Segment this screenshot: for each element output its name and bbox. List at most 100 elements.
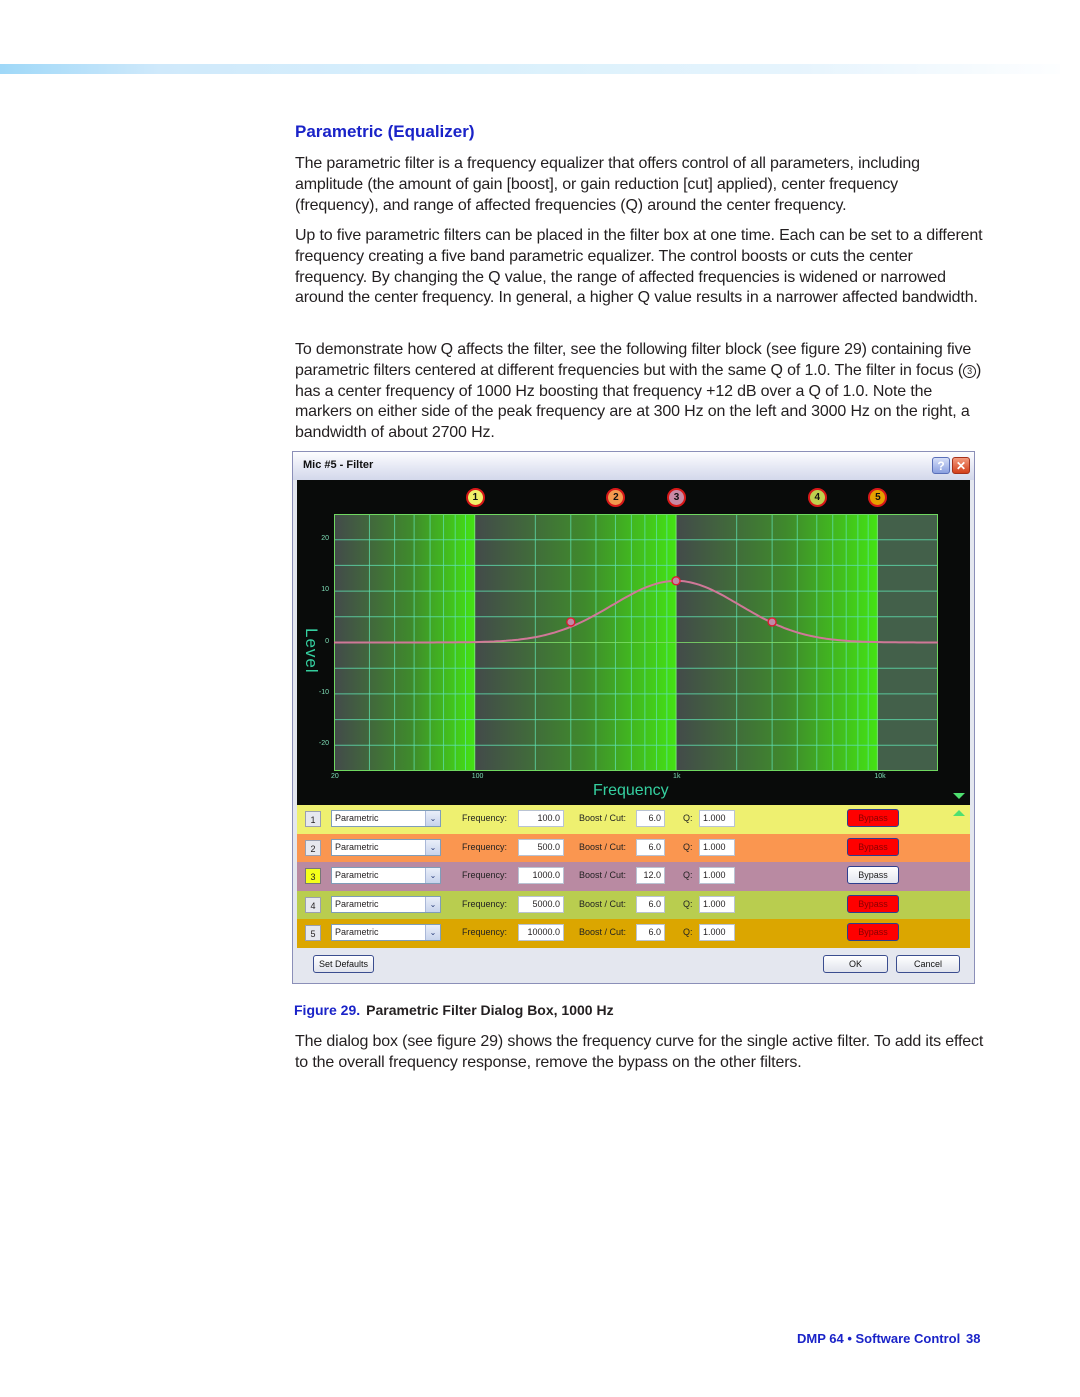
filter-rows: 1 Parametric ⌄ Frequency: 100.0 Boost / Cut: 6… — [297, 805, 970, 948]
q-label: Q: — [683, 870, 693, 880]
chevron-down-icon[interactable]: ⌄ — [425, 868, 440, 883]
boost-cut-input[interactable]: 6.0 — [636, 895, 665, 913]
chevron-down-icon[interactable]: ⌄ — [425, 896, 440, 912]
bypass-button[interactable]: Bypass — [847, 809, 899, 827]
x-tick-label: 20 — [331, 773, 339, 780]
x-tick-label: 1k — [673, 773, 681, 780]
paragraph-five-filters: Up to five parametric filters can be pla… — [295, 227, 983, 307]
ok-button[interactable]: OK — [823, 955, 888, 973]
y-tick-label: 10 — [321, 586, 329, 594]
y-axis-label: Level — [302, 628, 321, 674]
filter-type-value: Parametric — [335, 841, 379, 852]
x-tick-label: 10k — [874, 773, 886, 780]
figure-label: Figure 29. — [294, 1002, 361, 1018]
close-icon[interactable]: ✕ — [952, 457, 970, 474]
filter-index-button[interactable]: 4 — [305, 896, 321, 913]
frequency-input[interactable]: 10000.0 — [518, 924, 564, 941]
frequency-label: Frequency: — [462, 927, 508, 937]
y-tick-label: 0 — [325, 637, 329, 645]
filter-type-value: Parametric — [335, 870, 379, 880]
boost-cut-input[interactable]: 6.0 — [636, 838, 665, 856]
y-tick-label: 20 — [321, 534, 329, 542]
chevron-down-icon[interactable]: ⌄ — [425, 925, 440, 940]
scroll-down-arrow-icon[interactable] — [953, 793, 965, 799]
bypass-button[interactable]: Bypass — [847, 837, 899, 856]
boost-cut-label: Boost / Cut: — [579, 927, 627, 937]
q-demo-text-before: To demonstrate how Q affects the filter,… — [295, 341, 972, 379]
boost-cut-label: Boost / Cut: — [579, 841, 627, 852]
frequency-input[interactable]: 1000.0 — [518, 867, 564, 884]
chevron-down-icon[interactable]: ⌄ — [425, 839, 440, 855]
filter-row: 4 Parametric ⌄ Frequency: 5000.0 Boost / Cut:… — [297, 890, 970, 919]
boost-cut-label: Boost / Cut: — [579, 898, 627, 909]
set-defaults-button[interactable]: Set Defaults — [313, 955, 374, 973]
frequency-input[interactable]: 5000.0 — [518, 895, 564, 913]
q-label: Q: — [683, 841, 693, 852]
curve-marker — [566, 617, 576, 627]
boost-cut-input[interactable]: 6.0 — [636, 924, 665, 941]
frequency-label: Frequency: — [462, 898, 508, 909]
bypass-button[interactable]: Bypass — [847, 866, 899, 884]
filter-type-value: Parametric — [335, 898, 379, 909]
filter-type-select[interactable]: Parametric ⌄ — [331, 924, 441, 941]
boost-cut-label: Boost / Cut: — [579, 870, 627, 880]
q-label: Q: — [683, 813, 693, 823]
filter-type-select[interactable]: Parametric ⌄ — [331, 895, 441, 913]
filter-index-button[interactable]: 5 — [305, 925, 321, 941]
section-heading: Parametric (Equalizer) — [295, 122, 475, 141]
bypass-button[interactable]: Bypass — [847, 923, 899, 941]
filter-dialog: Mic #5 - Filter ? ✕ 12345 Level 20 10 0 -10… — [292, 451, 975, 984]
filter-index-button[interactable]: 2 — [305, 839, 321, 856]
y-tick-label: -20 — [318, 740, 329, 748]
q-input[interactable]: 1.000 — [699, 810, 735, 827]
band-badge-5[interactable]: 5 — [868, 488, 888, 507]
figure-caption-text: Parametric Filter Dialog Box, 1000 Hz — [366, 1002, 614, 1018]
help-icon[interactable]: ? — [932, 457, 950, 474]
cancel-button[interactable]: Cancel — [896, 955, 960, 973]
eq-graph-area: 12345 Level 20 10 0 -10 -20 20 100 1k 10k Frequ… — [297, 480, 970, 805]
filter-row: 2 Parametric ⌄ Frequency: 500.0 Boost / Cut: 6… — [297, 833, 970, 862]
circled-number-3: 3 — [963, 364, 976, 378]
curve-marker — [671, 576, 681, 586]
filter-type-select[interactable]: Parametric ⌄ — [331, 810, 441, 827]
page-number: 38 — [966, 1331, 981, 1346]
q-input[interactable]: 1.000 — [699, 924, 735, 941]
filter-type-select[interactable]: Parametric ⌄ — [331, 838, 441, 856]
boost-cut-input[interactable]: 6.0 — [636, 810, 665, 827]
frequency-input[interactable]: 100.0 — [518, 810, 564, 827]
filter-index-button[interactable]: 1 — [305, 811, 321, 827]
x-axis-label: Frequency — [593, 782, 669, 799]
filter-type-value: Parametric — [335, 813, 379, 823]
q-input[interactable]: 1.000 — [699, 838, 735, 856]
q-input[interactable]: 1.000 — [699, 895, 735, 913]
figure-caption: Figure 29. Parametric Filter Dialog Box, … — [294, 1002, 614, 1018]
frequency-label: Frequency: — [462, 870, 508, 880]
header-gradient-bar — [0, 64, 1060, 74]
dialog-title: Mic #5 - Filter — [303, 459, 374, 471]
scroll-up-arrow-icon[interactable] — [953, 810, 965, 816]
band-badge-3[interactable]: 3 — [667, 488, 687, 507]
bypass-button[interactable]: Bypass — [847, 894, 899, 913]
paragraph-dialog-note: The dialog box (see figure 29) shows the… — [295, 1033, 984, 1071]
frequency-input[interactable]: 500.0 — [518, 838, 564, 856]
filter-row: 5 Parametric ⌄ Frequency: 10000.0 Boost / Cut… — [297, 919, 970, 948]
band-badge-1[interactable]: 1 — [465, 488, 485, 507]
filter-type-value: Parametric — [335, 927, 379, 937]
boost-cut-label: Boost / Cut: — [579, 813, 627, 823]
q-label: Q: — [683, 898, 693, 909]
eq-plot[interactable] — [334, 514, 938, 771]
filter-index-button[interactable]: 3 — [305, 868, 321, 884]
boost-cut-input[interactable]: 12.0 — [636, 867, 665, 884]
frequency-label: Frequency: — [462, 813, 508, 823]
chevron-down-icon[interactable]: ⌄ — [425, 811, 440, 826]
filter-row: 1 Parametric ⌄ Frequency: 100.0 Boost / Cut: 6… — [297, 805, 970, 834]
paragraph-intro: The parametric filter is a frequency equ… — [295, 155, 920, 214]
band-badge-2[interactable]: 2 — [606, 488, 626, 507]
footer-title: DMP 64 • Software Control — [797, 1331, 961, 1346]
filter-row: 3 Parametric ⌄ Frequency: 1000.0 Boost / Cut:… — [297, 862, 970, 891]
q-input[interactable]: 1.000 — [699, 867, 735, 884]
dialog-titlebar: Mic #5 - Filter ? ✕ — [293, 452, 974, 480]
filter-type-select[interactable]: Parametric ⌄ — [331, 867, 441, 884]
paragraph-q-demo: To demonstrate how Q affects the filter,… — [295, 340, 985, 444]
band-badge-4[interactable]: 4 — [807, 488, 827, 507]
